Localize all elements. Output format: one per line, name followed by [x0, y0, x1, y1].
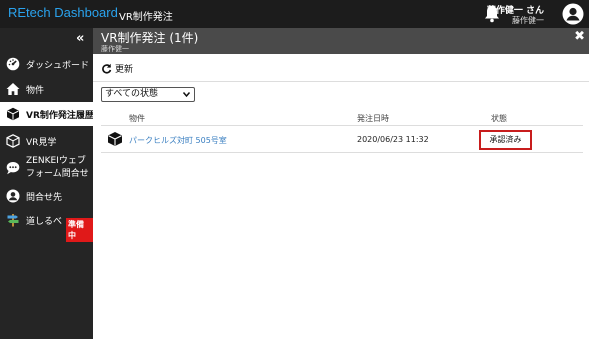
sidebar-item-label: ZENKEIウェブフォーム問合せ	[26, 156, 89, 179]
contact-user-icon	[6, 189, 20, 203]
home-icon	[6, 83, 20, 95]
chat-icon	[6, 162, 20, 175]
panel-header: VR制作発注 (1件) 藤作健一 ✖	[93, 28, 589, 54]
sidebar-item-label: VR見学	[26, 137, 57, 148]
status-label: 承認済み	[479, 130, 532, 150]
sidebar-item-label: 問合せ先	[26, 192, 63, 203]
column-header-status: 状態	[491, 114, 507, 123]
sidebar-item-label: ダッシュボード	[26, 60, 90, 71]
sidebar-item-webform-inquiry[interactable]: ZENKEIウェブフォーム問合せ	[0, 151, 93, 185]
column-header-property: 物件	[129, 114, 145, 123]
refresh-button[interactable]: 更新	[101, 62, 133, 75]
sidebar-item-label: VR制作発注履歴	[26, 110, 94, 121]
sidebar-item-dashboard[interactable]: ダッシュボード	[0, 52, 93, 76]
top-bar: REtech Dashboard VR制作発注 藤作健一 さん 藤作健一	[0, 0, 589, 28]
sidebar-item-vr-tour[interactable]: VR見学	[0, 129, 93, 153]
sidebar-item-label: 道しるべ	[26, 216, 63, 227]
user-subname: 藤作健一	[512, 16, 544, 25]
signpost-icon	[7, 214, 19, 227]
sidebar-item-vr-order-history[interactable]: VR制作発注履歴	[0, 102, 94, 126]
main-panel: VR制作発注 (1件) 藤作健一 ✖ 更新 すべての状態 物件 発注日時 状態 …	[93, 28, 589, 339]
column-header-order-date: 発注日時	[357, 114, 389, 123]
table-row[interactable]: パークヒルズ対町 505号室 2020/06/23 11:32 承認済み	[101, 126, 583, 153]
cube-icon	[7, 107, 19, 121]
brand-logo[interactable]: REtech Dashboard	[8, 5, 118, 20]
close-button[interactable]: ✖	[574, 29, 585, 44]
panel-subtitle: 藤作健一	[101, 45, 129, 53]
sidebar-item-contact[interactable]: 問合せ先	[0, 184, 93, 208]
sidebar-item-label: 物件	[26, 85, 45, 96]
status-badge: 準備中	[66, 218, 93, 242]
status-filter-value: すべての状態	[105, 89, 159, 99]
dashboard-gauge-icon	[6, 57, 20, 71]
user-avatar-icon[interactable]	[562, 3, 584, 25]
order-date: 2020/06/23 11:32	[357, 135, 429, 144]
cube-icon	[108, 132, 122, 146]
vr-view-icon	[6, 134, 20, 148]
status-filter-select[interactable]: すべての状態	[101, 87, 195, 102]
sidebar-collapse-button[interactable]: «	[76, 31, 84, 46]
property-link[interactable]: パークヒルズ対町 505号室	[129, 135, 227, 146]
toolbar: 更新	[93, 54, 589, 82]
chevron-down-icon	[182, 92, 191, 98]
refresh-icon	[102, 63, 112, 74]
page-title: VR制作発注	[119, 12, 173, 23]
refresh-label: 更新	[115, 65, 134, 75]
sidebar-item-properties[interactable]: 物件	[0, 77, 93, 101]
sidebar: « ダッシュボード 物件 VR制作発注履歴 VR見学 ZENKEIウェブフォーム…	[0, 28, 94, 339]
